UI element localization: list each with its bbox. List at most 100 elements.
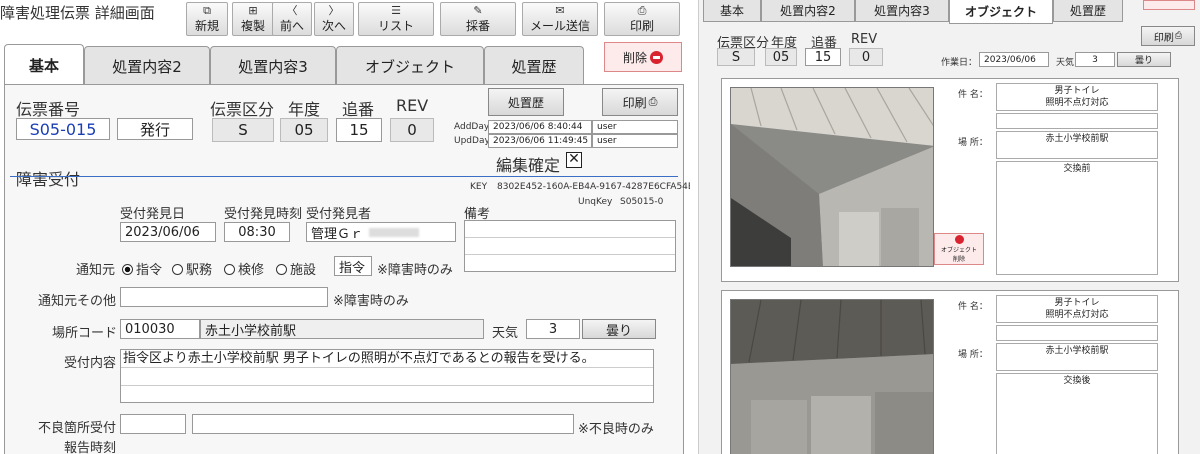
subject-line-1: 男子トイレ <box>1054 298 1100 308</box>
r-print-button[interactable]: 印刷 ⎙ <box>1141 26 1195 46</box>
printer-icon: ⎙ <box>1174 31 1183 41</box>
mail-button-label: メール送信 <box>529 18 590 33</box>
defect-label-2: 報告時刻 <box>64 441 117 454</box>
place-field-2[interactable]: 赤土小学校前駅 <box>996 343 1158 371</box>
subject-label-2: 件 名： <box>958 302 988 312</box>
tab-basic[interactable]: 基本 <box>4 44 84 86</box>
header-print-button[interactable]: 印刷 ⎙ <box>602 88 678 116</box>
tab-process2[interactable]: 処置内容2 <box>84 46 210 86</box>
r-tab-object[interactable]: オブジェクト <box>949 0 1053 24</box>
slip-no-label: 伝票番号 <box>16 100 81 119</box>
header-print-label: 印刷 <box>622 95 647 110</box>
r-tab-process3[interactable]: 処置内容3 <box>855 0 949 22</box>
section-title: 障害受付 <box>16 170 81 189</box>
subject-extra-field-2[interactable] <box>996 325 1158 341</box>
notifier-option-label: 駅務 <box>186 263 213 278</box>
fault-only-note-2: ※障害時のみ <box>333 294 409 309</box>
r-weather-code[interactable]: 3 <box>1075 52 1115 67</box>
r-work-date-field[interactable]: 2023/06/06 <box>979 52 1049 67</box>
content-field[interactable]: 指令区より赤土小学校前駅 男子トイレの照明が不点灯であるとの報告を受ける。 <box>120 349 654 403</box>
r-kubun-field: S <box>717 48 755 66</box>
content-label: 受付内容 <box>64 356 117 371</box>
new-button[interactable]: ⧉ 新規 <box>186 2 228 36</box>
r-delete-button[interactable] <box>1143 0 1195 10</box>
r-weather-label: 天気 <box>1056 58 1075 68</box>
add-user-field: user <box>592 120 678 134</box>
weather-code-field[interactable]: 3 <box>526 319 580 339</box>
r-seq-field[interactable]: 15 <box>805 48 841 66</box>
tab-process3[interactable]: 処置内容3 <box>210 46 336 86</box>
notifier-radio-3[interactable]: 検修 <box>224 259 264 278</box>
edit-confirm-label: 編集確定 <box>496 156 561 175</box>
found-time-label: 受付発見時刻 <box>224 207 303 222</box>
r-rev-label: REV <box>851 32 878 47</box>
delete-button[interactable]: 削除 <box>604 42 682 72</box>
finder-label: 受付発見者 <box>306 207 372 222</box>
list-button[interactable]: ☰ リスト <box>358 2 434 36</box>
place-code-label: 場所コード <box>52 326 118 341</box>
found-date-field[interactable]: 2023/06/06 <box>120 222 216 242</box>
r-rev-field: 0 <box>849 48 883 66</box>
list-icon: ☰ <box>391 3 401 17</box>
found-time-field[interactable]: 08:30 <box>224 222 290 242</box>
place-code-field[interactable]: 010030 <box>120 319 200 339</box>
r-tab-process2[interactable]: 処置内容2 <box>761 0 855 22</box>
notifier-option-label: 施設 <box>290 263 317 278</box>
caption-field-1[interactable]: 交換前 <box>996 161 1158 275</box>
object-delete-label-2: 削除 <box>952 256 965 263</box>
subject-field-2[interactable]: 男子トイレ照明不点灯対応 <box>996 295 1158 323</box>
section-divider <box>10 176 678 177</box>
printer-icon: ⎙ <box>637 3 647 17</box>
kubun-label: 伝票区分 <box>210 100 275 119</box>
subject-extra-field-1[interactable] <box>996 113 1158 129</box>
caption-field-2[interactable]: 交換後 <box>996 373 1158 454</box>
object-photo-1[interactable] <box>730 87 934 267</box>
weather-label: 天気 <box>492 326 519 341</box>
subject-line-2: 照明不点灯対応 <box>1045 310 1109 320</box>
tab-history[interactable]: 処置歴 <box>484 46 584 86</box>
new-icon: ⧉ <box>203 3 211 17</box>
defect-text-field[interactable] <box>192 414 574 434</box>
add-day-label: AddDay <box>454 122 490 132</box>
prev-button[interactable]: 〈前へ <box>272 2 312 36</box>
notifier-radio-4[interactable]: 施設 <box>276 259 316 278</box>
object-delete-button[interactable]: オブジェクト 削除 <box>934 233 984 265</box>
found-date-label: 受付発見日 <box>120 207 186 222</box>
edit-confirm-checkbox[interactable]: ✕ <box>566 152 582 168</box>
place-field-1[interactable]: 赤土小学校前駅 <box>996 131 1158 159</box>
subject-line-2: 照明不点灯対応 <box>1045 98 1109 108</box>
finder-field[interactable]: 管理Ｇｒ <box>306 222 456 242</box>
print-button[interactable]: ⎙ 印刷 <box>604 2 680 36</box>
copy-button[interactable]: ⊞ 複製 <box>232 2 274 36</box>
subject-field-1[interactable]: 男子トイレ 照明不点灯対応 <box>996 83 1158 111</box>
next-button[interactable]: 〉次へ <box>314 2 354 36</box>
notifier-radio-2[interactable]: 駅務 <box>172 259 212 278</box>
weather-name-field[interactable]: 曇り <box>582 319 656 339</box>
mail-button[interactable]: ✉ メール送信 <box>522 2 598 36</box>
r-work-date-label: 作業日： <box>941 58 978 68</box>
printer-icon: ⎙ <box>648 95 658 108</box>
remarks-field[interactable] <box>464 220 676 272</box>
upd-day-field: 2023/06/06 11:49:45 <box>488 134 592 148</box>
list-button-label: リスト <box>377 18 414 33</box>
notifier-other-field[interactable] <box>120 287 328 307</box>
r-weather-name[interactable]: 曇り <box>1117 52 1171 67</box>
defect-time-field[interactable] <box>120 414 186 434</box>
delete-icon <box>650 50 663 64</box>
chevron-left-icon: 〈 <box>286 3 298 17</box>
radio-icon <box>224 264 235 275</box>
upd-day-label: UpdDay <box>454 136 490 146</box>
r-tab-basic[interactable]: 基本 <box>703 0 761 22</box>
year-label: 年度 <box>288 100 321 119</box>
tab-object[interactable]: オブジェクト <box>336 46 484 86</box>
number-button[interactable]: ✎ 採番 <box>440 2 516 36</box>
content-line-1: 指令区より赤土小学校前駅 男子トイレの照明が不点灯であるとの報告を受ける。 <box>121 350 653 368</box>
status-field: 発行 <box>117 118 193 140</box>
notifier-radio-1[interactable]: 指令 <box>122 259 162 278</box>
object-card-2: 件 名： 男子トイレ 照明不点灯対応 場 所： 赤土小学校前駅 交換後 <box>721 290 1179 454</box>
seq-field[interactable]: 15 <box>336 118 382 142</box>
history-button[interactable]: 処置歴 <box>488 88 564 116</box>
r-tab-history[interactable]: 処置歴 <box>1053 0 1123 22</box>
pen-icon: ✎ <box>473 3 483 17</box>
object-photo-2[interactable] <box>730 299 934 454</box>
